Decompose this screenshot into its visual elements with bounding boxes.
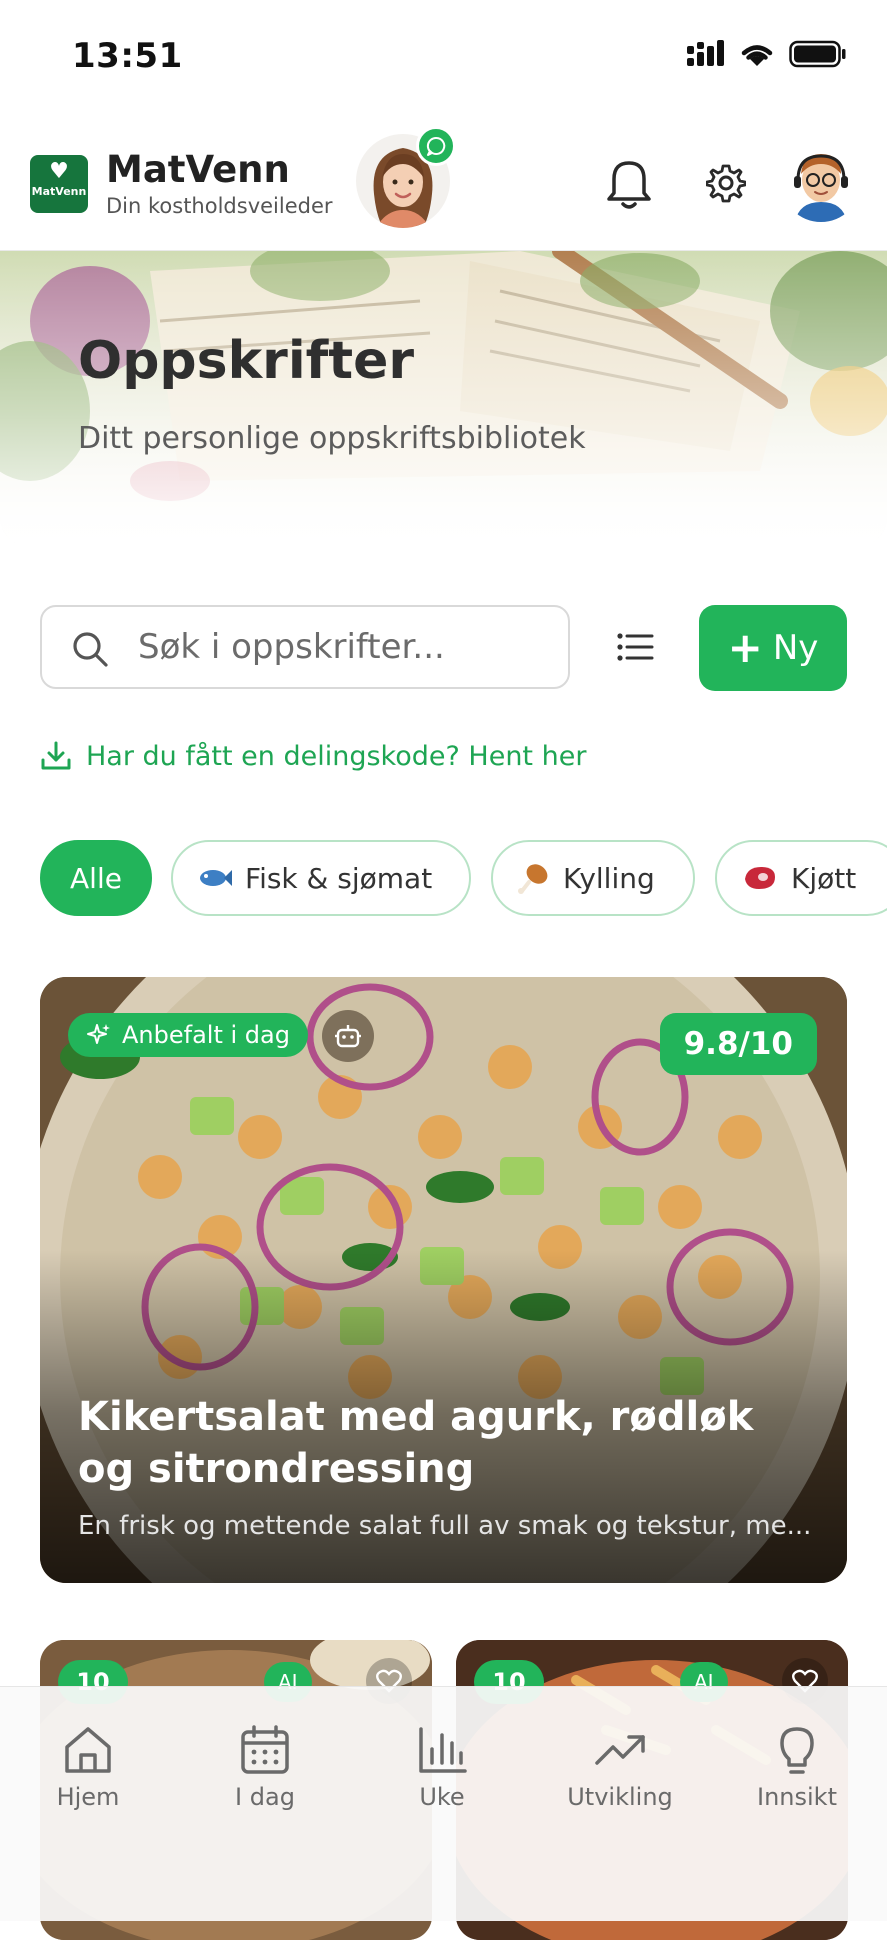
logo-text: MatVenn [31, 185, 87, 198]
tab-label: Utvikling [567, 1783, 673, 1811]
new-recipe-label: Ny [772, 628, 819, 668]
page-title: Oppskrifter [78, 331, 415, 391]
bottom-tab-bar: Hjem I dag Uke Utvikling Innsikt [0, 1686, 887, 1921]
search-input[interactable]: Søk i oppskrifter... [40, 605, 570, 689]
chip-label: Fisk & sjømat [245, 861, 433, 895]
recommended-label: Anbefalt i dag [122, 1021, 290, 1049]
tab-week[interactable]: Uke [372, 1723, 512, 1811]
status-time: 13:51 [72, 36, 183, 76]
bar-chart-icon [419, 1727, 467, 1773]
settings-button[interactable] [693, 150, 759, 216]
fork-heart-icon: ♥ [49, 159, 69, 184]
fish-icon [200, 870, 232, 886]
robot-icon [335, 1025, 361, 1048]
search-placeholder: Søk i oppskrifter... [138, 627, 445, 667]
status-bar: 13:51 [0, 0, 887, 110]
tab-label: I dag [235, 1783, 295, 1811]
app-name: MatVenn [106, 148, 290, 191]
download-icon [41, 741, 71, 770]
wifi-icon [741, 45, 773, 66]
chip-label: Kjøtt [791, 861, 857, 895]
share-code-link[interactable]: Har du fått en delingskode? Hent her [40, 740, 586, 772]
calendar-icon [241, 1725, 289, 1774]
recipe-score-badge: 9.8/10 [659, 1013, 817, 1075]
chip-chicken[interactable]: Kylling [491, 840, 695, 916]
recommended-badge: Anbefalt i dag [68, 1013, 308, 1057]
tab-insight[interactable]: Innsikt [727, 1723, 867, 1811]
app-header: ♥ MatVenn MatVenn Din kostholdsveileder [0, 110, 887, 251]
sparkle-icon [87, 1024, 110, 1044]
hero-banner: Oppskrifter Ditt personlige oppskriftsbi… [0, 251, 887, 547]
plus-icon: + [727, 623, 763, 672]
list-view-button[interactable] [608, 620, 662, 674]
list-icon [617, 633, 654, 661]
lightbulb-icon [780, 1727, 814, 1774]
home-icon [65, 1727, 111, 1773]
notifications-button[interactable] [596, 150, 662, 216]
chip-label: Kylling [563, 861, 655, 895]
tab-label: Innsikt [757, 1783, 837, 1811]
user-avatar-button[interactable] [781, 142, 861, 222]
cellular-signal-icon [687, 40, 724, 66]
tab-progress[interactable]: Utvikling [550, 1723, 690, 1811]
search-icon [73, 632, 108, 667]
app-tagline: Din kostholdsveileder [106, 194, 333, 218]
recipe-description: En frisk og mettende salat full av smak … [78, 1511, 812, 1541]
share-code-label: Har du fått en delingskode? Hent her [86, 740, 587, 772]
bell-icon [607, 161, 651, 209]
tab-label: Uke [419, 1783, 465, 1811]
tab-today[interactable]: I dag [195, 1723, 335, 1811]
chip-label: Alle [70, 861, 122, 895]
user-avatar [794, 154, 848, 222]
category-filter: Alle Fisk & sjømat Kylling Kjøtt [40, 840, 887, 920]
featured-recipe-card[interactable]: Anbefalt i dag 9.8/10 Kikertsalat med ag… [40, 977, 847, 1583]
chat-icon [416, 126, 456, 166]
tab-home[interactable]: Hjem [18, 1723, 158, 1811]
trending-up-icon [595, 1735, 645, 1765]
new-recipe-button[interactable]: + Ny [699, 605, 847, 691]
coach-avatar-button[interactable] [350, 126, 456, 232]
page-subtitle: Ditt personlige oppskriftsbibliotek [78, 421, 586, 456]
battery-icon [789, 40, 846, 68]
meat-icon [745, 867, 775, 889]
status-icons [685, 40, 847, 68]
chicken-leg-icon [518, 864, 548, 894]
chip-alle[interactable]: Alle [40, 840, 152, 916]
chip-meat[interactable]: Kjøtt [715, 840, 887, 916]
chip-fish[interactable]: Fisk & sjømat [171, 840, 471, 916]
tab-label: Hjem [56, 1783, 120, 1811]
recipe-title: Kikertsalat med agurk, rødløk og sitrond… [78, 1394, 754, 1492]
gear-icon [706, 164, 746, 203]
ai-badge [322, 1010, 374, 1062]
app-logo: ♥ MatVenn [30, 155, 88, 213]
